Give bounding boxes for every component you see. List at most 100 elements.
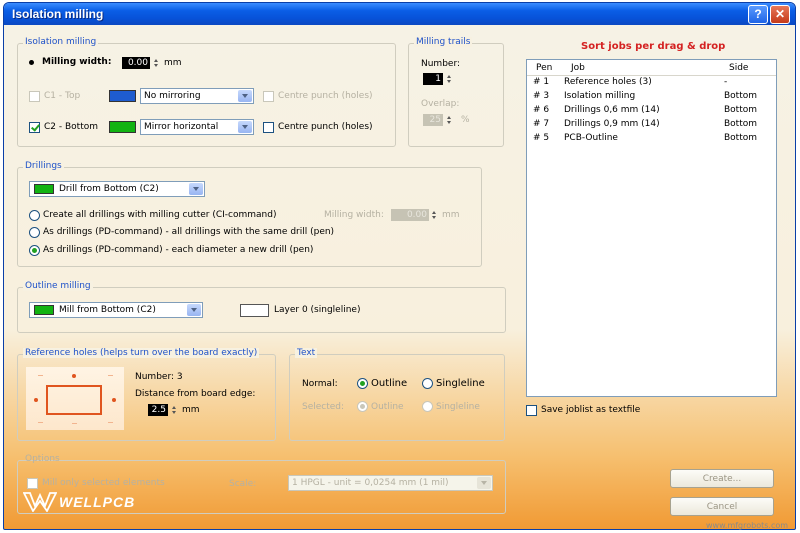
job-pen: # 3 bbox=[533, 91, 550, 101]
trails-number-label: Number: bbox=[421, 59, 461, 69]
c1-color-swatch[interactable] bbox=[109, 90, 136, 102]
normal-outline-radio[interactable] bbox=[357, 378, 368, 389]
drill-side-select[interactable]: Drill from Bottom (C2) bbox=[29, 181, 205, 197]
drill-option-same-drill-radio[interactable] bbox=[29, 227, 40, 238]
job-pen: # 6 bbox=[533, 105, 550, 115]
chevron-down-icon[interactable] bbox=[238, 121, 252, 133]
corner-tick bbox=[38, 422, 43, 423]
chevron-down-icon[interactable] bbox=[189, 183, 203, 195]
ref-distance-input[interactable]: 2.5 bbox=[148, 404, 168, 416]
wellpcb-logo-text: WELLPCB bbox=[59, 494, 136, 510]
job-row[interactable]: # 1 Reference holes (3) - bbox=[527, 76, 775, 90]
drill-milling-width-spinner-icon[interactable] bbox=[432, 210, 437, 221]
corner-tick bbox=[108, 375, 113, 376]
c1-mirror-value: No mirroring bbox=[144, 91, 201, 101]
ref-distance-spinner-icon[interactable] bbox=[172, 405, 177, 416]
title-bar[interactable]: Isolation milling ? ✕ bbox=[4, 3, 795, 25]
c2-mirror-select[interactable]: Mirror horizontal bbox=[140, 119, 254, 135]
c2-bottom-label: C2 - Bottom bbox=[44, 122, 98, 132]
drill-option-same-drill-label: As drillings (PD-command) - all drilling… bbox=[43, 227, 335, 237]
milling-width-spinner-icon[interactable] bbox=[154, 58, 159, 69]
c2-color-swatch[interactable] bbox=[109, 121, 136, 133]
overlap-spinner-icon[interactable] bbox=[447, 115, 452, 126]
outline-milling-title: Outline milling bbox=[23, 281, 93, 291]
reference-holes-group: Reference holes (helps turn over the boa… bbox=[17, 348, 276, 441]
overlap-input[interactable]: 25 bbox=[423, 114, 443, 126]
job-pen: # 1 bbox=[533, 77, 550, 87]
milling-width-input[interactable]: 0.00 bbox=[122, 57, 150, 69]
scale-select[interactable]: 1 HPGL - unit = 0,0254 mm (1 mil) bbox=[288, 475, 493, 491]
selected-singleline-label: Singleline bbox=[436, 402, 480, 412]
col-pen: Pen bbox=[536, 63, 553, 73]
drill-option-new-drill-radio[interactable] bbox=[29, 245, 40, 256]
chevron-down-icon[interactable] bbox=[187, 304, 201, 316]
milling-width-unit: mm bbox=[164, 58, 182, 68]
overlap-unit: % bbox=[461, 115, 470, 125]
drill-option-milling-cutter-radio[interactable] bbox=[29, 210, 40, 221]
job-side: Bottom bbox=[724, 119, 758, 129]
ref-distance-unit: mm bbox=[182, 405, 200, 415]
chevron-down-icon[interactable] bbox=[238, 90, 252, 102]
selected-outline-radio[interactable] bbox=[357, 401, 368, 412]
isolation-milling-title: Isolation milling bbox=[23, 37, 99, 47]
job-name: Drillings 0,9 mm (14) bbox=[564, 119, 660, 129]
close-button[interactable]: ✕ bbox=[770, 5, 790, 24]
ref-hole-dot bbox=[34, 398, 38, 402]
options-title: Options bbox=[25, 454, 60, 464]
selected-outline-label: Outline bbox=[371, 402, 404, 412]
only-selected-checkbox[interactable] bbox=[27, 478, 38, 489]
text-title: Text bbox=[295, 348, 318, 358]
chevron-down-icon[interactable] bbox=[477, 477, 491, 489]
c1-mirror-select[interactable]: No mirroring bbox=[140, 88, 254, 104]
c1-centre-punch-checkbox[interactable] bbox=[263, 91, 274, 102]
green-swatch bbox=[34, 305, 54, 315]
job-row[interactable]: # 3 Isolation milling Bottom bbox=[527, 90, 775, 104]
cancel-button[interactable]: Cancel bbox=[670, 497, 774, 516]
normal-singleline-label: Singleline bbox=[436, 378, 485, 389]
trails-number-spinner-icon[interactable] bbox=[447, 74, 452, 85]
job-row[interactable]: # 7 Drillings 0,9 mm (14) Bottom bbox=[527, 118, 775, 132]
corner-tick bbox=[108, 422, 113, 423]
milling-trails-group: Milling trails Number: 1 Overlap: 25 % bbox=[408, 37, 504, 147]
drill-milling-width-unit: mm bbox=[442, 210, 460, 220]
create-button[interactable]: Create... bbox=[670, 469, 774, 488]
normal-singleline-radio[interactable] bbox=[422, 378, 433, 389]
corner-tick bbox=[72, 423, 77, 424]
c2-centre-punch-checkbox[interactable] bbox=[263, 122, 274, 133]
reference-holes-title: Reference holes (helps turn over the boa… bbox=[23, 348, 260, 358]
ref-hole-dot bbox=[72, 374, 76, 378]
text-group: Text Normal: Outline Singleline Selected… bbox=[289, 348, 505, 441]
ref-hole-dot bbox=[112, 398, 116, 402]
outline-milling-group: Outline milling Mill from Bottom (C2) La… bbox=[17, 281, 506, 333]
col-side: Side bbox=[729, 63, 749, 73]
help-button[interactable]: ? bbox=[748, 5, 768, 24]
board-preview-image bbox=[26, 367, 124, 430]
save-joblist-label: Save joblist as textfile bbox=[541, 405, 641, 415]
job-row[interactable]: # 6 Drillings 0,6 mm (14) Bottom bbox=[527, 104, 775, 118]
job-row[interactable]: # 5 PCB-Outline Bottom bbox=[527, 132, 775, 146]
job-side: Bottom bbox=[724, 91, 758, 101]
job-side: Bottom bbox=[724, 133, 758, 143]
job-pen: # 5 bbox=[533, 133, 550, 143]
save-joblist-checkbox[interactable] bbox=[526, 405, 537, 416]
drill-option-milling-cutter-label: Create all drillings with milling cutter… bbox=[43, 210, 277, 220]
footer-url: www.mfgrobots.com bbox=[706, 521, 789, 530]
trails-number-input[interactable]: 1 bbox=[423, 73, 443, 85]
job-name: PCB-Outline bbox=[564, 133, 618, 143]
c2-centre-punch-label: Centre punch (holes) bbox=[278, 122, 373, 132]
layer-color-swatch[interactable] bbox=[240, 304, 269, 317]
dialog-window: Isolation milling ? ✕ Isolation milling … bbox=[3, 2, 796, 530]
text-normal-label: Normal: bbox=[302, 379, 338, 389]
milling-width-label: Milling width: bbox=[42, 57, 112, 67]
c2-bottom-checkbox[interactable] bbox=[29, 122, 40, 133]
wellpcb-logo: WELLPCB bbox=[23, 490, 163, 514]
c1-top-checkbox[interactable] bbox=[29, 91, 40, 102]
outline-side-select[interactable]: Mill from Bottom (C2) bbox=[29, 302, 203, 318]
drill-milling-width-input[interactable]: 0.00 bbox=[391, 209, 429, 221]
window-title: Isolation milling bbox=[12, 7, 104, 21]
selected-singleline-radio[interactable] bbox=[422, 401, 433, 412]
wellpcb-logo-mark-icon bbox=[23, 492, 57, 512]
corner-tick bbox=[38, 375, 43, 376]
overlap-label: Overlap: bbox=[421, 99, 460, 109]
job-list[interactable]: Pen Job Side # 1 Reference holes (3) - #… bbox=[526, 59, 777, 397]
